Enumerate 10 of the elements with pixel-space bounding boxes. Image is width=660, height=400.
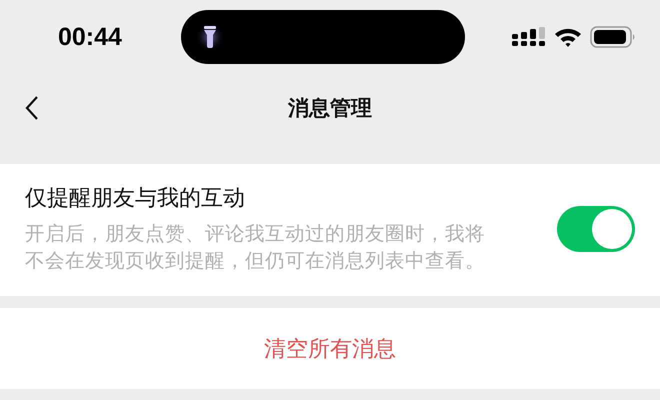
status-time: 00:44 <box>58 22 123 52</box>
setting-title: 仅提醒朋友与我的互动 <box>25 185 246 213</box>
back-icon[interactable] <box>25 95 39 121</box>
signal-icon <box>512 27 546 47</box>
clear-messages-button[interactable]: 清空所有消息 <box>248 326 412 372</box>
setting-description: 开启后，朋友点赞、评论我互动过的朋友圈时，我将不会在发现页收到提醒，但仍可在消息列表中查看。 <box>25 221 486 274</box>
toggle-switch[interactable] <box>557 206 635 252</box>
battery-icon <box>590 26 636 48</box>
wifi-icon <box>554 27 582 47</box>
page-title: 消息管理 <box>288 95 372 122</box>
